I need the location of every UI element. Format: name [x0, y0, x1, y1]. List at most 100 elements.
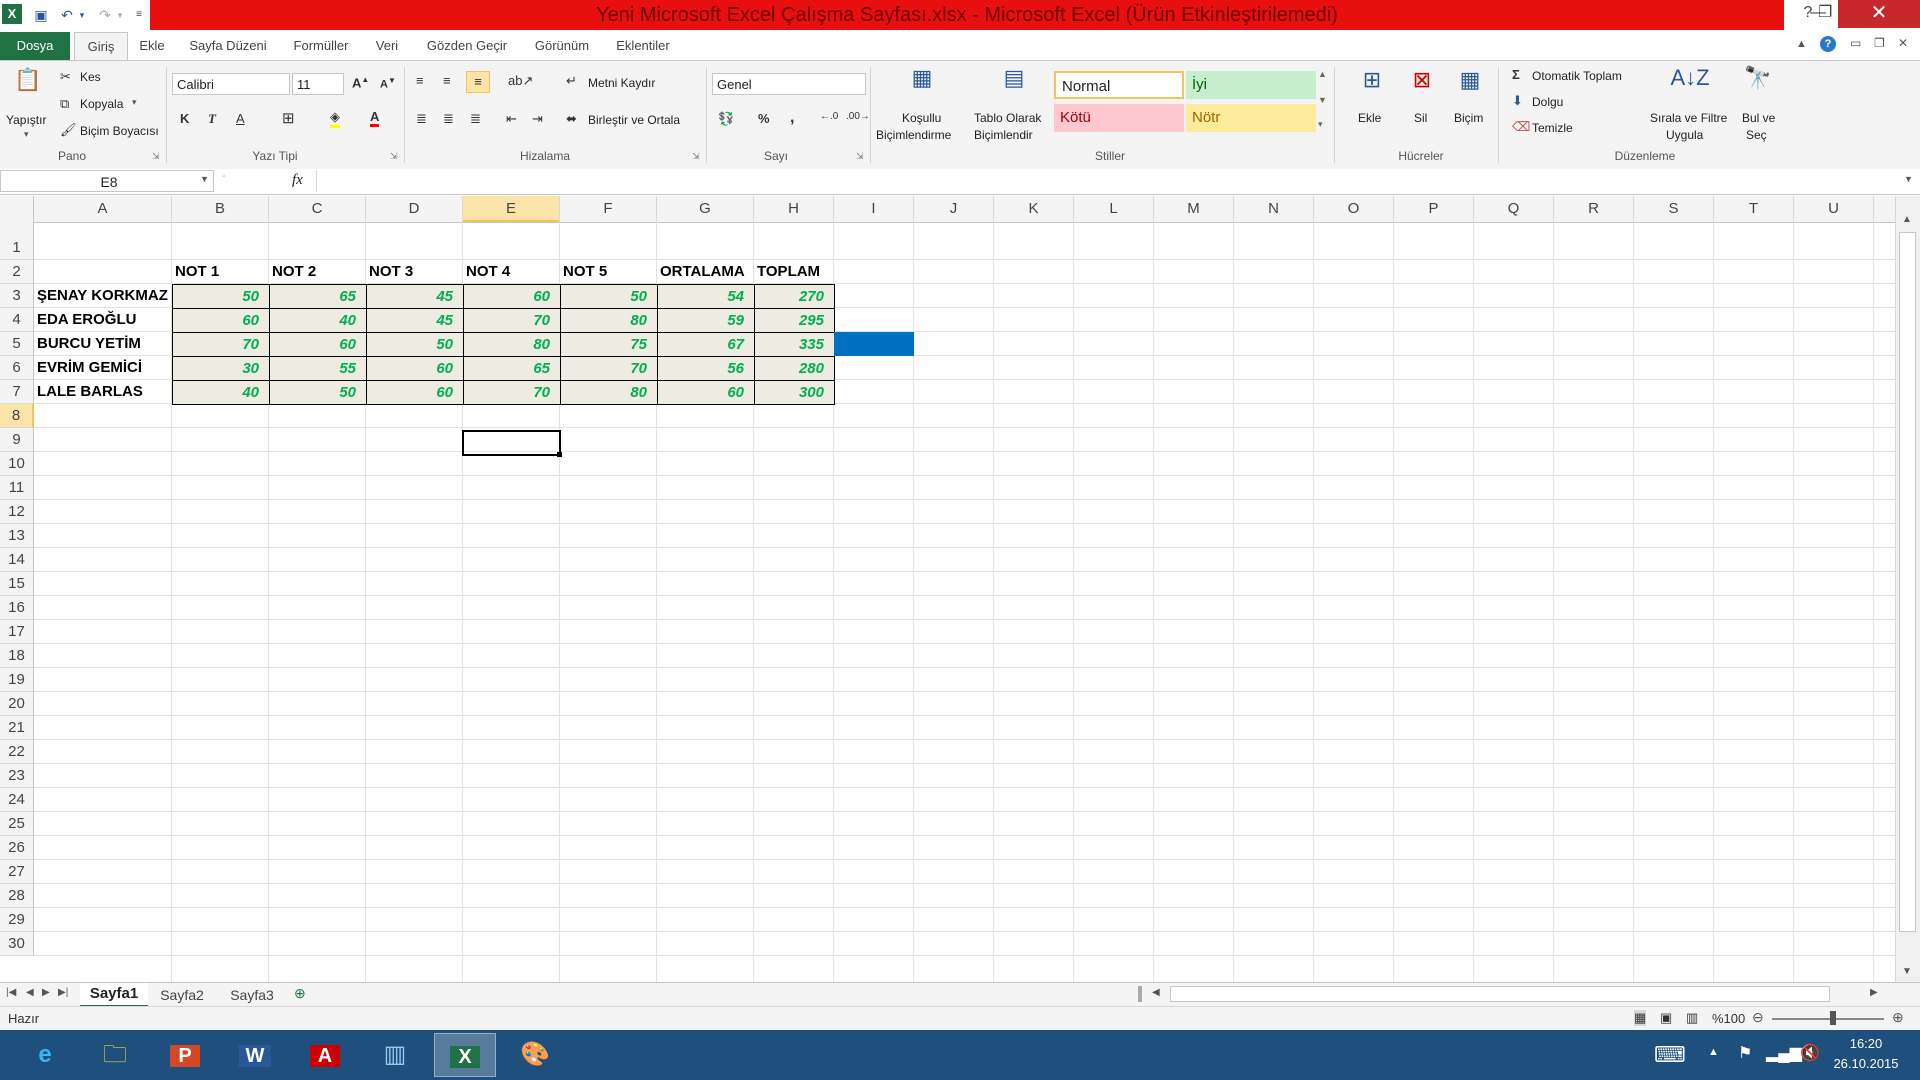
- bold-button[interactable]: K: [180, 111, 189, 126]
- student-name-cell[interactable]: LALE BARLAS: [34, 380, 172, 404]
- align-middle-icon[interactable]: ≡: [443, 73, 451, 88]
- row-header-28[interactable]: 28: [0, 884, 34, 908]
- paint-icon[interactable]: 🎨: [504, 1033, 566, 1077]
- grade-cell[interactable]: 70: [463, 308, 561, 333]
- grade-cell[interactable]: 60: [269, 332, 367, 357]
- row-header-1[interactable]: 1: [0, 222, 34, 260]
- font-name-select[interactable]: Calibri: [172, 73, 290, 95]
- student-name-cell[interactable]: BURCU YETİM: [34, 332, 172, 356]
- sort-filter-icon[interactable]: A↓Z: [1670, 65, 1710, 91]
- tab-formulas[interactable]: Formüller: [288, 32, 354, 60]
- close-button[interactable]: ✕: [1838, 0, 1920, 28]
- student-name-cell[interactable]: ŞENAY KORKMAZ: [34, 284, 172, 308]
- increase-decimal-icon[interactable]: ←.0: [820, 111, 838, 122]
- format-cells-icon[interactable]: ▦: [1450, 67, 1490, 93]
- align-left-icon[interactable]: ≣: [416, 111, 427, 127]
- style-normal[interactable]: Normal: [1054, 71, 1184, 99]
- table-header-cell[interactable]: NOT 5: [560, 260, 657, 284]
- paste-dropdown-icon[interactable]: ▾: [24, 129, 29, 140]
- row-header-20[interactable]: 20: [0, 692, 34, 716]
- table-header-cell[interactable]: NOT 3: [366, 260, 463, 284]
- grade-cell[interactable]: 67: [657, 332, 755, 357]
- format-as-table-icon[interactable]: ▤: [994, 65, 1034, 91]
- format-painter-button[interactable]: Biçim Boyacısı: [80, 124, 159, 138]
- conditional-formatting-icon[interactable]: ▦: [902, 65, 942, 91]
- row-header-18[interactable]: 18: [0, 644, 34, 668]
- zoom-slider-track[interactable]: [1772, 1018, 1884, 1020]
- excel-taskbar-icon[interactable]: X: [434, 1033, 496, 1077]
- number-format-select[interactable]: Genel: [712, 73, 866, 95]
- scroll-right-icon[interactable]: ▶: [1870, 987, 1878, 998]
- grade-cell[interactable]: 45: [366, 308, 464, 333]
- highlighted-cell-I4[interactable]: [834, 332, 914, 356]
- tab-file[interactable]: Dosya: [0, 32, 70, 60]
- borders-icon[interactable]: ⊞: [282, 109, 295, 127]
- font-color-button[interactable]: A: [370, 109, 380, 127]
- align-right-icon[interactable]: ≣: [470, 111, 481, 127]
- tab-home[interactable]: Giriş: [74, 32, 128, 62]
- internet-explorer-icon[interactable]: e: [14, 1033, 76, 1077]
- grade-cell[interactable]: 50: [560, 284, 658, 309]
- decrease-indent-icon[interactable]: ⇤: [506, 111, 517, 127]
- grade-cell[interactable]: 80: [463, 332, 561, 357]
- grade-cell[interactable]: 56: [657, 356, 755, 381]
- align-center-icon[interactable]: ≣: [443, 111, 454, 127]
- scroll-left-icon[interactable]: ◀: [1152, 987, 1160, 998]
- grade-cell[interactable]: 50: [366, 332, 464, 357]
- row-header-22[interactable]: 22: [0, 740, 34, 764]
- grade-cell[interactable]: 50: [269, 380, 367, 405]
- row-header-16[interactable]: 16: [0, 596, 34, 620]
- wrap-text-icon[interactable]: ↵: [566, 73, 577, 89]
- clipboard-launcher-icon[interactable]: ⇲: [152, 151, 160, 162]
- tab-review[interactable]: Gözden Geçir: [422, 32, 512, 60]
- find-select-line1[interactable]: Bul ve: [1742, 111, 1775, 125]
- format-as-table-line1[interactable]: Tablo Olarak: [974, 111, 1041, 125]
- row-header-4[interactable]: 4: [0, 308, 34, 332]
- shrink-font-icon[interactable]: A▼: [380, 76, 396, 91]
- fill-icon[interactable]: ⬇: [1512, 93, 1523, 109]
- row-header-14[interactable]: 14: [0, 548, 34, 572]
- comma-style-button[interactable]: ,: [790, 109, 794, 127]
- format-as-table-line2[interactable]: Biçimlendir: [974, 128, 1033, 142]
- action-center-flag-icon[interactable]: ⚑: [1738, 1043, 1752, 1063]
- table-header-cell[interactable]: NOT 2: [269, 260, 366, 284]
- copy-dropdown-icon[interactable]: ▾: [132, 97, 137, 108]
- row-header-2[interactable]: 2: [0, 260, 34, 284]
- alignment-launcher-icon[interactable]: ⇲: [692, 151, 700, 162]
- grade-cell[interactable]: 65: [269, 284, 367, 309]
- table-header-cell[interactable]: NOT 4: [463, 260, 560, 284]
- tab-insert[interactable]: Ekle: [136, 32, 168, 60]
- scroll-down-icon[interactable]: ▼: [1902, 966, 1912, 977]
- insert-sheet-icon[interactable]: ⊕: [294, 985, 306, 1002]
- wrap-text-button[interactable]: Metni Kaydır: [588, 76, 655, 90]
- insert-cells-icon[interactable]: ⊞: [1352, 67, 1392, 93]
- page-break-view-icon[interactable]: ▥: [1686, 1010, 1698, 1026]
- sheet-tab-sayfa3[interactable]: Sayfa3: [222, 985, 282, 1005]
- orientation-icon[interactable]: ab↗: [508, 73, 533, 89]
- number-launcher-icon[interactable]: ⇲: [856, 151, 864, 162]
- save-icon[interactable]: ▣: [30, 4, 52, 26]
- row-header-8[interactable]: 8: [0, 404, 34, 428]
- insert-cells-button[interactable]: Ekle: [1358, 111, 1381, 125]
- merge-center-button[interactable]: Birleştir ve Ortala: [588, 113, 680, 127]
- percent-button[interactable]: %: [758, 111, 770, 126]
- zoom-slider-thumb[interactable]: [1830, 1011, 1836, 1025]
- fill-handle[interactable]: [557, 452, 562, 457]
- tab-page-layout[interactable]: Sayfa Düzeni: [186, 32, 270, 60]
- find-select-icon[interactable]: 🔭: [1738, 65, 1778, 91]
- sort-filter-line1[interactable]: Sırala ve Filtre: [1650, 111, 1727, 125]
- conditional-formatting-line2[interactable]: Biçimlendirme: [876, 128, 951, 142]
- show-hidden-icons[interactable]: ▲: [1708, 1046, 1719, 1058]
- grade-cell[interactable]: 70: [560, 356, 658, 381]
- grade-cell[interactable]: 59: [657, 308, 755, 333]
- acrobat-icon[interactable]: A: [294, 1033, 356, 1077]
- grade-cell[interactable]: 60: [172, 308, 270, 333]
- grade-cell[interactable]: 50: [172, 284, 270, 309]
- decrease-decimal-icon[interactable]: .00→: [846, 111, 870, 122]
- underline-button[interactable]: A: [236, 111, 245, 126]
- cut-button[interactable]: Kes: [80, 70, 101, 84]
- row-header-9[interactable]: 9: [0, 428, 34, 452]
- row-header-25[interactable]: 25: [0, 812, 34, 836]
- delete-cells-icon[interactable]: ⊠: [1402, 67, 1442, 93]
- grade-cell[interactable]: 55: [269, 356, 367, 381]
